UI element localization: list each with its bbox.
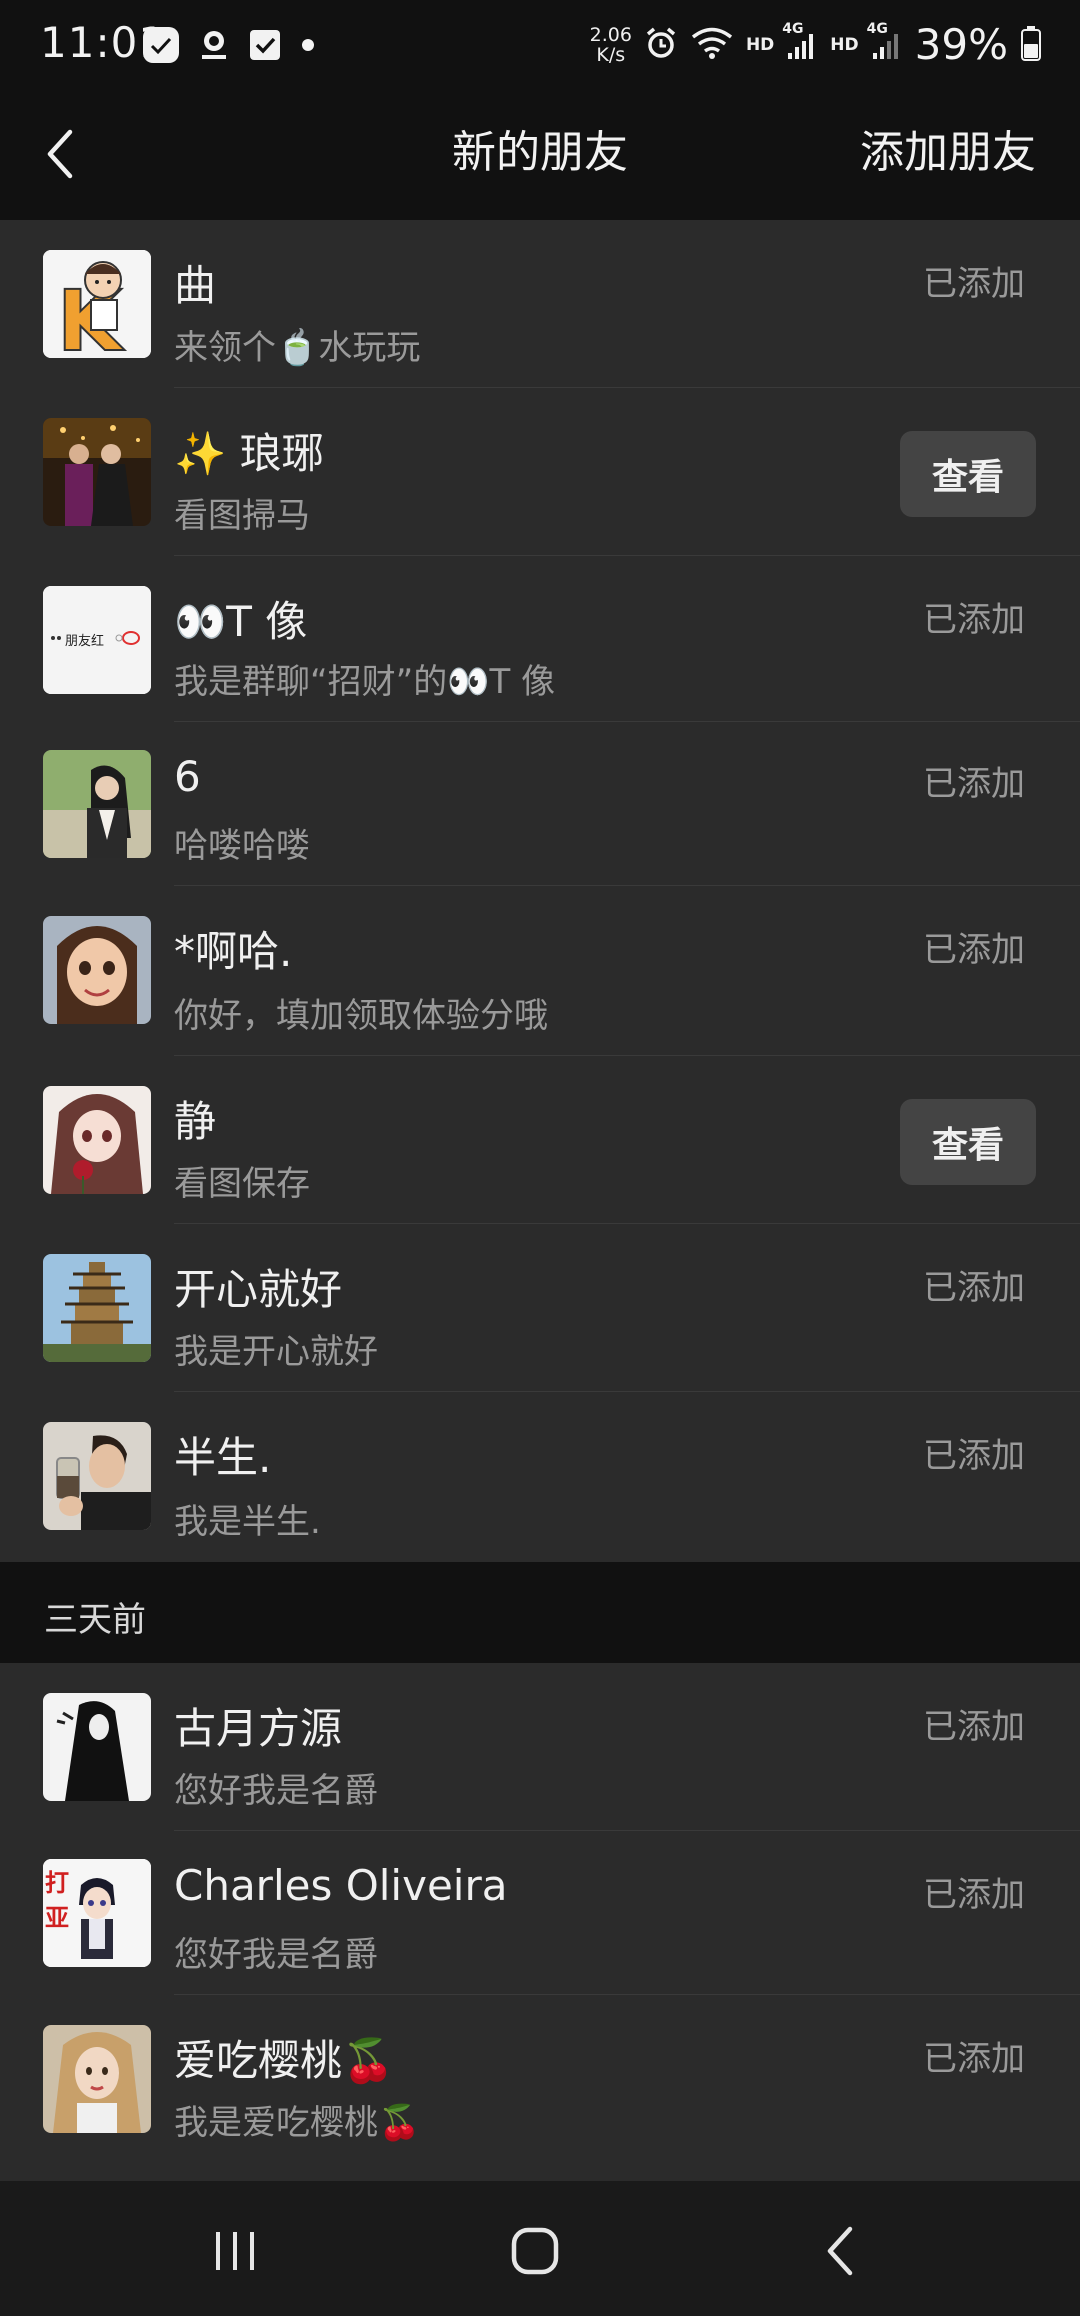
added-status: 已添加 — [923, 1875, 1025, 1915]
friend-name: Charles Oliveira — [174, 1861, 508, 1910]
older-request-list: 古月方源 您好我是名爵 已添加 打亚 Charles Oliveira 您好我是… — [0, 1663, 1080, 2181]
system-status-icons: 2.06 K/s HD 4G HD 4G 39% — [590, 20, 1042, 69]
man-drink-avatar[interactable] — [43, 1422, 151, 1530]
friend-message: 你好，填加领取体验分哦 — [174, 996, 548, 1036]
system-back-icon — [827, 2226, 853, 2276]
text-card-avatar[interactable]: 朋友红 — [43, 586, 151, 694]
dot-icon — [298, 35, 318, 59]
system-navigation-bar — [0, 2181, 1080, 2316]
friend-request-row[interactable]: 静 看图保存 查看 — [0, 1056, 1080, 1224]
friend-name: 古月方源 — [174, 1704, 343, 1753]
battery-percent: 39% — [914, 20, 1008, 69]
friend-name: 开心就好 — [174, 1265, 343, 1314]
3d-girl-avatar[interactable] — [43, 916, 151, 1024]
wifi-icon — [690, 26, 734, 64]
friend-message: 来领个🍵水玩玩 — [174, 328, 421, 368]
added-status: 已添加 — [923, 764, 1025, 804]
friend-message: 您好我是名爵 — [174, 1771, 378, 1811]
friend-request-row[interactable]: 开心就好 我是开心就好 已添加 — [0, 1224, 1080, 1392]
checkbox-icon — [248, 28, 282, 66]
added-status: 已添加 — [923, 1707, 1025, 1747]
chevron-left-icon — [47, 129, 73, 179]
friend-request-row[interactable]: 朋友红 👀T 像 我是群聊“招财”的👀T 像 已添加 — [0, 556, 1080, 722]
recent-apps-button[interactable] — [175, 2211, 295, 2291]
avatar-text: 朋友红 — [65, 634, 105, 649]
hd-indicator: HD — [830, 34, 859, 55]
friend-request-row[interactable]: K 曲 来领个🍵水玩玩 已添加 — [0, 220, 1080, 388]
add-friend-button[interactable]: 添加朋友 — [860, 116, 1036, 180]
added-status: 已添加 — [923, 930, 1025, 970]
friend-name: 6 — [174, 752, 201, 801]
friend-name: 曲 — [174, 261, 217, 310]
signal-icon: 4G — [782, 21, 818, 61]
friend-request-row[interactable]: 古月方源 您好我是名爵 已添加 — [0, 1663, 1080, 1831]
friend-message: 我是群聊“招财”的👀T 像 — [174, 662, 556, 702]
added-status: 已添加 — [923, 1436, 1025, 1476]
network-type-label: 4G — [782, 20, 804, 37]
avatar-text: 打亚 — [45, 1869, 99, 1932]
back-button[interactable] — [30, 114, 90, 194]
view-button[interactable]: 查看 — [900, 1099, 1036, 1185]
friend-request-list: K 曲 来领个🍵水玩玩 已添加 ✨ 琅琊 看图掃马 查看 朋友红 👀T 像 我是… — [0, 220, 1080, 1562]
added-status: 已添加 — [923, 1268, 1025, 1308]
friend-name: 半生. — [174, 1433, 272, 1482]
added-status: 已添加 — [923, 2039, 1025, 2079]
home-button[interactable] — [475, 2211, 595, 2291]
friend-request-row[interactable]: 爱吃樱桃🍒 我是爱吃樱桃🍒 已添加 — [0, 1995, 1080, 2181]
added-status: 已添加 — [923, 600, 1025, 640]
home-icon — [511, 2227, 559, 2275]
anime-boy-avatar[interactable]: 打亚 — [43, 1859, 151, 1967]
friend-message: 我是爱吃樱桃🍒 — [174, 2103, 421, 2143]
recent-apps-icon — [216, 2232, 254, 2270]
section-header: 三天前 — [0, 1562, 1080, 1663]
pagoda-avatar[interactable] — [43, 1254, 151, 1362]
friend-message: 看图保存 — [174, 1164, 310, 1204]
notification-icons — [142, 26, 318, 68]
cartoon-k-avatar[interactable]: K — [43, 250, 151, 358]
navigation-bar: 新的朋友 添加朋友 — [0, 92, 1080, 220]
friend-message: 我是半生. — [174, 1502, 321, 1542]
hd-indicator: HD — [745, 34, 775, 55]
friend-message: 看图掃马 — [174, 496, 310, 536]
ink-figure-avatar[interactable] — [43, 1693, 151, 1801]
friend-request-row[interactable]: ✨ 琅琊 看图掃马 查看 — [0, 388, 1080, 556]
friend-name: 静 — [174, 1097, 217, 1146]
added-status: 已添加 — [923, 264, 1025, 304]
network-speed-value: 2.06 — [589, 23, 632, 46]
app-logo-icon — [196, 27, 232, 67]
signal-icon: 4G — [867, 21, 903, 61]
section-label: 三天前 — [44, 1600, 146, 1640]
friend-name: *啊哈. — [174, 927, 293, 976]
friend-message: 哈喽哈喽 — [174, 826, 310, 866]
couple-photo-avatar[interactable] — [43, 418, 151, 526]
friend-message: 您好我是名爵 — [174, 1935, 378, 1975]
blonde-girl-avatar[interactable] — [43, 2025, 151, 2133]
anime-girl-rose-avatar[interactable] — [43, 1086, 151, 1194]
woman-outdoor-avatar[interactable] — [43, 750, 151, 858]
friend-name: 👀T 像 — [174, 597, 308, 646]
friend-request-row[interactable]: *啊哈. 你好，填加领取体验分哦 已添加 — [0, 886, 1080, 1056]
friend-request-row[interactable]: 半生. 我是半生. 已添加 — [0, 1392, 1080, 1562]
view-button[interactable]: 查看 — [900, 431, 1036, 517]
system-back-button[interactable] — [780, 2211, 900, 2291]
friend-message: 我是开心就好 — [174, 1332, 378, 1372]
chat-app-icon — [142, 26, 180, 68]
friend-request-row[interactable]: 6 哈喽哈喽 已添加 — [0, 722, 1080, 886]
alarm-icon — [644, 26, 678, 64]
network-speed-unit: K/s — [596, 43, 626, 66]
friend-request-row[interactable]: 打亚 Charles Oliveira 您好我是名爵 已添加 — [0, 1831, 1080, 1995]
friend-name: ✨ 琅琊 — [174, 429, 324, 478]
network-speed: 2.06 K/s — [590, 25, 632, 65]
network-type-label: 4G — [866, 20, 888, 37]
status-bar: 11:01 2.06 K/s HD 4G HD 4G 39% — [0, 0, 1080, 92]
battery-icon — [1020, 25, 1042, 65]
friend-name: 爱吃樱桃🍒 — [174, 2036, 395, 2085]
